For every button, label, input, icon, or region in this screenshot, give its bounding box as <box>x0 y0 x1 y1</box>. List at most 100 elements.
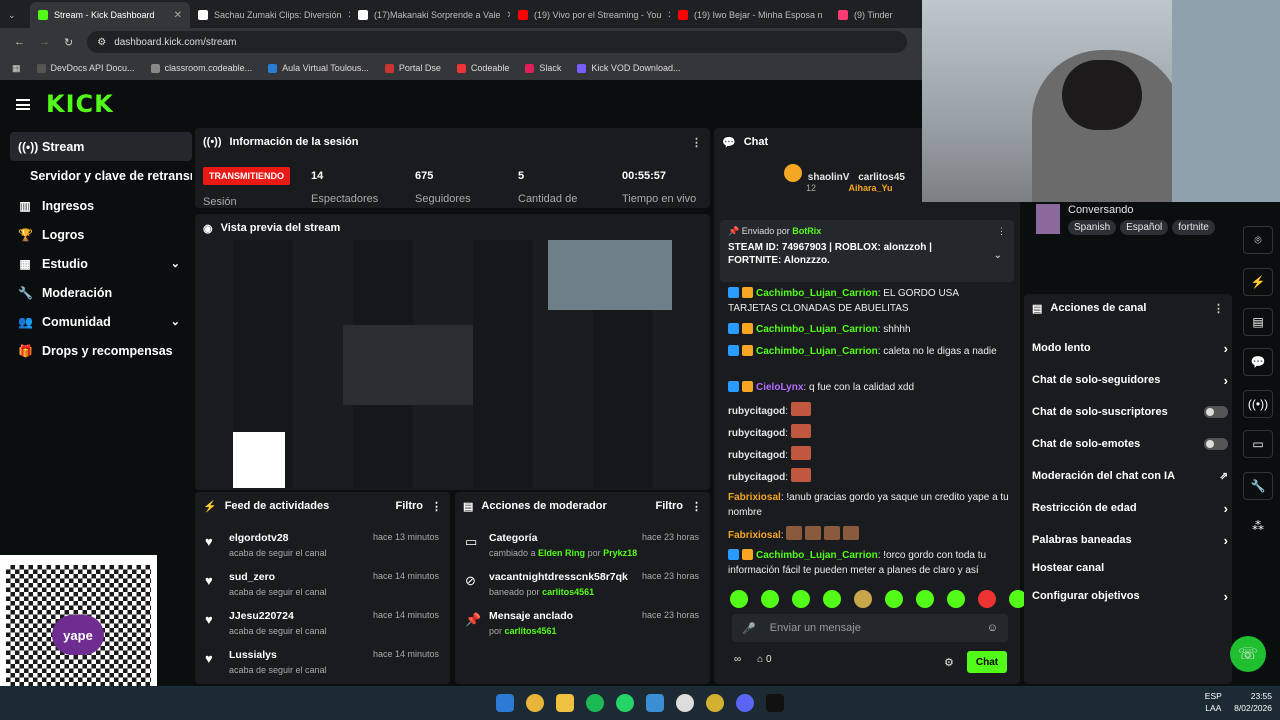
back-icon[interactable]: ← <box>14 36 25 48</box>
wall <box>1172 0 1280 202</box>
emote-icon[interactable] <box>947 590 965 608</box>
browser-tab[interactable]: Stream - Kick Dashboard ✕ <box>30 2 190 28</box>
windows-taskbar: ESP LAA 23:55 8/02/2026 <box>0 686 1280 720</box>
sidebar-item-moderacion[interactable]: 🔧 Moderación <box>10 278 192 307</box>
infinity-icon[interactable]: ∞ <box>734 654 741 665</box>
bookmark[interactable]: Slack <box>525 63 561 73</box>
chat-icon[interactable]: 💬 <box>1243 348 1273 376</box>
document-icon[interactable]: ▤ <box>1243 308 1273 336</box>
filter-button[interactable]: Filtro <box>656 500 684 512</box>
list-item: ♥ JJesu220724 acaba de seguir el canal hace… <box>205 610 439 636</box>
broadcast-icon[interactable]: ((•)) <box>1243 390 1273 418</box>
panel-header: ((•)) Información de la sesión ⋮ <box>203 136 702 149</box>
whatsapp-icon[interactable] <box>616 694 634 712</box>
chevron-down-icon[interactable]: ⌄ <box>994 250 1002 261</box>
site-info-icon[interactable]: ⚙ <box>97 37 106 48</box>
sidebar-item-server-key[interactable]: Servidor y clave de retransmisión <box>10 161 192 191</box>
browser-tab[interactable]: (19) Vivo por el Streaming - You✕ <box>510 2 670 28</box>
external-link-icon: ⇗ <box>1219 470 1228 482</box>
age-restriction-item[interactable]: Restricción de edad › <box>1032 492 1228 524</box>
headphones <box>1062 60 1142 130</box>
chrome-icon[interactable] <box>526 694 544 712</box>
browser-tab[interactable]: Sachau Zumaki Clips: Diversión✕ <box>190 2 350 28</box>
start-icon[interactable] <box>496 694 514 712</box>
system-tray[interactable]: ESP LAA 23:55 8/02/2026 <box>1205 690 1272 714</box>
app-icon[interactable] <box>766 694 784 712</box>
tab-list-button[interactable]: ⌄ <box>0 2 30 28</box>
chat-panel: 💬 Chat shaolinV carlitos45 12 Aihara_Yu 📌… <box>714 128 1027 684</box>
chevron-right-icon: › <box>1223 500 1228 516</box>
more-icon[interactable]: ⋮ <box>997 226 1006 237</box>
menu-icon[interactable] <box>16 98 30 110</box>
spotify-icon[interactable] <box>586 694 604 712</box>
more-icon[interactable]: ⋮ <box>431 500 442 513</box>
slow-mode-item[interactable]: Modo lento › <box>1032 332 1228 364</box>
apps-icon[interactable]: ▦ <box>12 63 21 74</box>
folder-icon[interactable] <box>556 694 574 712</box>
bookmark[interactable]: Kick VOD Download... <box>577 63 680 73</box>
wrench-icon[interactable]: 🔧 <box>1243 472 1273 500</box>
kick-logo[interactable]: KICK <box>46 90 114 118</box>
microphone-icon[interactable]: 🎤 <box>742 622 756 635</box>
scan-icon[interactable]: ⌾ <box>1243 226 1273 254</box>
photos-icon[interactable] <box>646 694 664 712</box>
sidebar-item-logros[interactable]: 🏆 Logros <box>10 220 192 249</box>
heart-icon: ♥ <box>205 534 213 549</box>
bookmark[interactable]: classroom.codeable... <box>150 63 252 73</box>
emotes-only-toggle[interactable] <box>1204 438 1228 450</box>
sidebar-item-estudio[interactable]: ▦ Estudio ⌄ <box>10 249 192 278</box>
emote-icon[interactable] <box>885 590 903 608</box>
more-icon[interactable]: ⋮ <box>691 500 702 513</box>
sidebar-item-drops[interactable]: 🎁 Drops y recompensas <box>10 336 192 365</box>
sidebar-item-stream[interactable]: ((•)) Stream <box>10 132 192 161</box>
filter-button[interactable]: Filtro <box>396 500 424 512</box>
followers-only-item[interactable]: Chat de solo-seguidores › <box>1032 364 1228 396</box>
bolt-icon[interactable]: ⚡ <box>1243 268 1273 296</box>
emote-icon[interactable] <box>978 590 996 608</box>
subscribers-only-toggle[interactable] <box>1204 406 1228 418</box>
stream-preview-video[interactable] <box>233 240 672 488</box>
emoji-icon[interactable]: ☺ <box>987 622 998 634</box>
support-chat-icon[interactable]: ☏ <box>1230 636 1266 672</box>
close-tab-icon[interactable]: ✕ <box>174 10 182 21</box>
layout-icon[interactable]: ▭ <box>1243 430 1273 458</box>
sidebar-item-ingresos[interactable]: ▥ Ingresos <box>10 191 192 220</box>
emote-icon[interactable] <box>761 590 779 608</box>
heart-icon: ♥ <box>205 651 213 666</box>
medal-icon <box>784 164 802 182</box>
reload-icon[interactable]: ↻ <box>64 36 73 49</box>
forward-icon[interactable]: → <box>39 36 50 48</box>
more-icon[interactable]: ⋮ <box>691 136 702 149</box>
browser-tab[interactable]: (19) Iwo Bejar - Minha Esposa n✕ <box>670 2 830 28</box>
subscribers-only-item: Chat de solo-suscriptores <box>1032 396 1228 428</box>
share-icon[interactable]: ⁂ <box>1243 512 1273 540</box>
pinned-message: 📌 Enviado por BotRix ⋮ STEAM ID: 74967903… <box>720 220 1014 282</box>
bookmark[interactable]: DevDocs API Docu... <box>36 63 135 73</box>
emote-icon[interactable] <box>792 590 810 608</box>
emote-icon[interactable] <box>730 590 748 608</box>
list-item: ⊘ vacantnightdresscnk58r7qk baneado por ca… <box>465 571 705 597</box>
bookmark[interactable]: Aula Virtual Toulous... <box>268 63 369 73</box>
url-input[interactable]: ⚙ dashboard.kick.com/stream <box>87 31 908 53</box>
app-icon[interactable] <box>676 694 694 712</box>
discord-icon[interactable] <box>736 694 754 712</box>
goals-item[interactable]: Configurar objetivos › <box>1032 580 1228 612</box>
browser-tab[interactable]: (17)Makanaki Sorprende a Vale✕ <box>350 2 510 28</box>
emote-icon[interactable] <box>916 590 934 608</box>
heart-icon: ♥ <box>205 612 213 627</box>
ban-icon: ⊘ <box>465 573 476 588</box>
list-item: ♥ Lussialys acaba de seguir el canal hace 1… <box>205 649 439 675</box>
chat-icon: 💬 <box>722 136 736 149</box>
chat-input[interactable]: 🎤 Enviar un mensaje ☺ <box>732 614 1008 642</box>
sidebar-item-comunidad[interactable]: 👥 Comunidad ⌄ <box>10 307 192 336</box>
bookmark[interactable]: Portal Dse <box>384 63 441 73</box>
more-icon[interactable]: ⋮ <box>1213 302 1224 315</box>
app-icon[interactable] <box>706 694 724 712</box>
emote-icon[interactable] <box>854 590 872 608</box>
settings-icon[interactable]: ⚙ <box>944 656 954 669</box>
ai-moderation-item[interactable]: Moderación del chat con IA ⇗ <box>1032 460 1228 492</box>
emote-icon[interactable] <box>823 590 841 608</box>
bookmark[interactable]: Codeable <box>456 63 509 73</box>
send-chat-button[interactable]: Chat <box>967 651 1007 673</box>
chat-message: rubycitagod: <box>728 402 1010 419</box>
